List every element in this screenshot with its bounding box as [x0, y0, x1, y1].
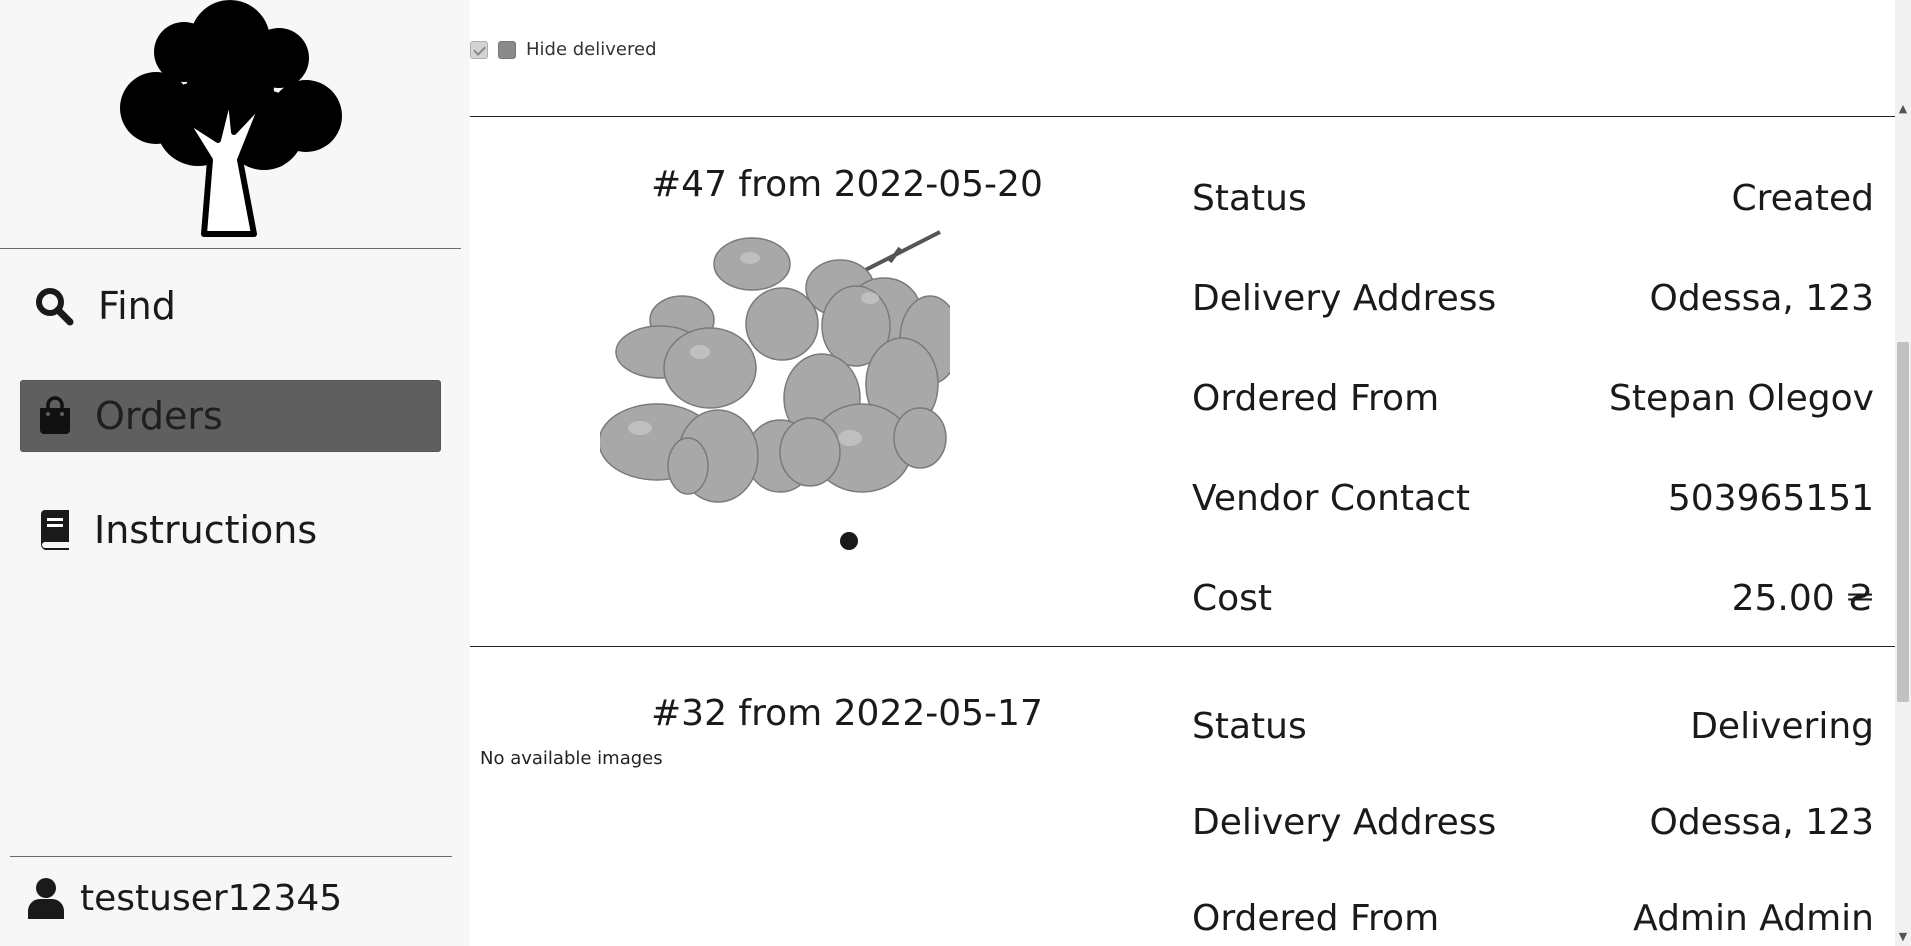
order-field-delivery-address: Delivery Address Odessa, 123 [1192, 802, 1874, 843]
tree-logo-icon[interactable] [114, 0, 346, 238]
grapes-image[interactable] [598, 228, 961, 504]
field-label: Vendor Contact [1192, 478, 1470, 519]
field-label: Status [1192, 706, 1307, 747]
no-images-text: No available images [480, 748, 663, 769]
field-value: Delivering [1690, 706, 1874, 747]
order-field-ordered-from: Ordered From Stepan Olegov [1192, 378, 1874, 419]
carousel-dot[interactable] [840, 532, 858, 550]
scroll-thumb[interactable] [1897, 342, 1909, 702]
sidebar-divider [10, 856, 452, 857]
search-icon [32, 284, 76, 328]
field-value: 503965151 [1667, 478, 1874, 519]
order-field-cost: Cost 25.00 ₴ [1192, 578, 1874, 619]
order-title: #47 from 2022-05-20 [651, 164, 1043, 205]
order-field-ordered-from: Ordered From Admin Admin [1192, 898, 1874, 939]
order-field-delivery-address: Delivery Address Odessa, 123 [1192, 278, 1874, 319]
sidebar-divider [0, 248, 461, 249]
shopping-bag-icon [33, 394, 77, 438]
sidebar-item-instructions[interactable]: Instructions [20, 494, 441, 566]
field-label: Status [1192, 178, 1307, 219]
order-field-status: Status Created [1192, 178, 1874, 219]
field-label: Delivery Address [1192, 278, 1497, 319]
hide-delivered-checkbox[interactable] [498, 40, 516, 59]
order-field-status: Status Delivering [1192, 706, 1874, 747]
user-icon [26, 876, 66, 920]
field-label: Ordered From [1192, 378, 1440, 419]
field-label: Delivery Address [1192, 802, 1497, 843]
user-profile[interactable]: testuser12345 [26, 870, 342, 926]
field-label: Cost [1192, 578, 1273, 619]
sidebar-item-label: Orders [95, 394, 223, 438]
username: testuser12345 [80, 877, 343, 919]
scroll-up-arrow-icon[interactable]: ▲ [1895, 100, 1911, 116]
divider [470, 116, 1895, 117]
sidebar-item-label: Find [98, 284, 176, 328]
sidebar: Find Orders Instructions testuser12345 [0, 0, 470, 946]
orders-panel: Hide delivered #47 from 2022-05-20 Statu… [470, 0, 1895, 946]
filter-row: Hide delivered [470, 39, 657, 60]
field-value: Stepan Olegov [1609, 378, 1874, 419]
sidebar-item-orders[interactable]: Orders [20, 380, 441, 452]
sidebar-item-find[interactable]: Find [20, 270, 441, 342]
scrollbar[interactable]: ▲ ▼ [1895, 0, 1911, 946]
field-value: Odessa, 123 [1649, 802, 1874, 843]
hide-delivered-label[interactable]: Hide delivered [526, 39, 657, 60]
divider [470, 646, 1895, 647]
book-icon [32, 508, 76, 552]
field-label: Ordered From [1192, 898, 1440, 939]
order-field-vendor-contact: Vendor Contact 503965151 [1192, 478, 1874, 519]
field-value: Created [1731, 178, 1874, 219]
disabled-checkbox[interactable] [470, 40, 488, 59]
sidebar-item-label: Instructions [94, 508, 318, 552]
field-value: 25.00 ₴ [1731, 578, 1874, 619]
field-value: Admin Admin [1633, 898, 1874, 939]
scroll-down-arrow-icon[interactable]: ▼ [1895, 928, 1911, 944]
order-title: #32 from 2022-05-17 [651, 693, 1043, 734]
field-value: Odessa, 123 [1649, 278, 1874, 319]
